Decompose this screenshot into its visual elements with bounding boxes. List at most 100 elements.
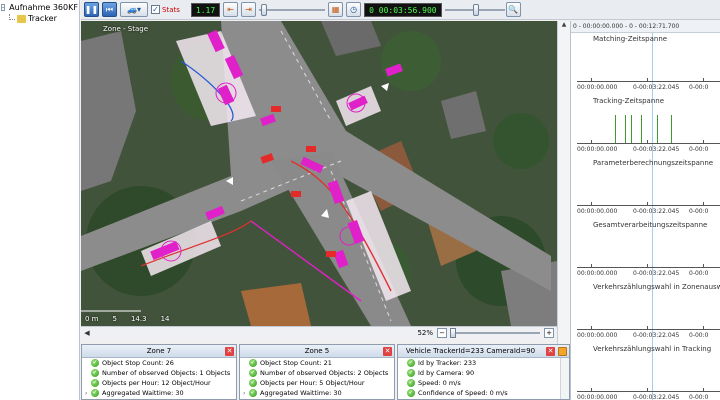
scroll-left-icon[interactable]: ◀ <box>81 329 93 337</box>
rewind-button[interactable]: ⏮ <box>102 2 117 17</box>
rewind-icon: ⏮ <box>105 4 114 14</box>
timeline-tick-label: 0-00:03:22.045 <box>633 394 680 400</box>
step-back-button[interactable]: ⇤ <box>223 2 239 17</box>
map-layer-label: Zone - Stage <box>103 25 149 33</box>
speed-slider[interactable] <box>259 3 326 17</box>
zone-stat-row: ✓ Number of observed Objects: 2 Objects <box>240 368 394 378</box>
zone-stat-row: ✓ Objects per Hour: 12 Object/Hour <box>82 378 236 388</box>
tracker-icon <box>17 14 26 23</box>
stats-checkbox[interactable]: ✓ Stats <box>151 5 180 14</box>
timeline-tick-label: 0-00:0 <box>689 146 709 153</box>
timeline-axis <box>577 329 720 330</box>
zone-stat-row[interactable]: › ✓ Aggregated Waittime: 30 <box>240 388 394 398</box>
timeline-section-title: Verkehrszählungswahl in Zonenausweisung <box>593 283 720 291</box>
close-icon[interactable]: ✕ <box>225 347 234 356</box>
timeline-axis <box>577 143 720 144</box>
check-icon: ✓ <box>249 389 257 397</box>
check-icon: ✓ <box>407 389 415 397</box>
time-slider[interactable] <box>444 3 505 17</box>
slider-thumb[interactable] <box>261 3 268 16</box>
speed-display: 1.17 <box>190 2 221 17</box>
zoom-out-button[interactable]: − <box>437 327 447 338</box>
timeline-section: Verkehrszählungswahl in Tracking 00:00:00… <box>571 345 720 400</box>
pin-icon[interactable] <box>558 347 567 356</box>
map-footer: 0 m 5 14.3 14 <box>85 315 169 323</box>
vehicle-panel-scrollbar[interactable] <box>560 358 569 399</box>
zone-stat: Objects per Hour: 12 Object/Hour <box>102 379 211 387</box>
timeline-event-bar[interactable] <box>625 115 626 143</box>
check-icon: ✓ <box>249 369 257 377</box>
timeline-tick-label: 0-00:03:22.045 <box>633 208 680 215</box>
timeline-tick <box>591 140 592 144</box>
timeline-tick-label: 0-00:03:22.045 <box>633 84 680 91</box>
check-icon: ✓ <box>249 359 257 367</box>
pause-icon: ❚❚ <box>84 5 99 14</box>
timeline-tick-label: 0-00:0 <box>689 84 709 91</box>
step-forward-button[interactable]: ⇥ <box>241 2 257 17</box>
zone-stat-row: ✓ Objects per Hour: 5 Object/Hour <box>240 378 394 388</box>
timeline-event-bar[interactable] <box>641 115 642 143</box>
clock-button[interactable]: ◷ <box>346 2 362 17</box>
slider-thumb[interactable] <box>450 327 456 338</box>
zone-stat-row[interactable]: › ✓ Aggregated Waittime: 30 <box>82 388 236 398</box>
timeline-event-bar[interactable] <box>657 115 658 143</box>
close-icon[interactable]: ✕ <box>383 347 392 356</box>
step-forward-icon: ⇥ <box>245 5 252 14</box>
vehicle-title: Vehicle TrackerId=233 CameraId=90 <box>405 347 536 355</box>
aerial-map-view[interactable]: Zone - Stage 0 m 5 14.3 14 <box>81 21 557 326</box>
timeline-tick-label: 00:00:00.000 <box>577 208 618 215</box>
zone-title: Zone 7 <box>146 347 172 355</box>
snapshot-button[interactable]: ▦ <box>328 2 344 17</box>
vehicle-stat-row: ✓ Speed: 0 m/s <box>398 378 569 388</box>
zone-title: Zone 5 <box>304 347 330 355</box>
tree-item-recording[interactable]: - Aufnahme 360KFZ <box>1 2 78 13</box>
checkbox-label: Stats <box>162 5 180 14</box>
timeline-tick-label: 0-00:03:22.045 <box>633 332 680 339</box>
vehicle-dropdown[interactable]: 🚙▾ <box>120 2 148 17</box>
zone-panel: Zone 7 ✕ ✓ Object Stop Count: 26 ✓ Number … <box>81 344 237 400</box>
zoom-button[interactable]: 🔍 <box>505 2 521 17</box>
project-tree: - Aufnahme 360KFZ Tracker <box>0 0 80 400</box>
check-icon: ✓ <box>249 379 257 387</box>
timeline-event-bar[interactable] <box>615 115 616 143</box>
check-icon: ✓ <box>91 359 99 367</box>
timeline-section-title: Tracking-Zeitspanne <box>593 97 665 105</box>
vehicle-stat: Id by Tracker: 233 <box>418 359 477 367</box>
timeline-tick <box>703 264 704 268</box>
timeline-tick-label: 0-00:0 <box>689 270 709 277</box>
timeline-section-title: Gesamtverarbeitungszeitspanne <box>593 221 708 229</box>
zoom-in-button[interactable]: + <box>544 327 554 338</box>
timeline-event-bar[interactable] <box>671 115 672 143</box>
map-scrollbar[interactable]: ◀ 52% − + <box>81 326 557 338</box>
pause-button[interactable]: ❚❚ <box>84 2 99 17</box>
timeline-tick-label: 0-00:03:22.045 <box>633 270 680 277</box>
timeline-header: 0 - 00:00:00.000 - 0 - 00:12:71.700 <box>571 21 720 33</box>
timeline-tick <box>703 326 704 330</box>
slider-track <box>450 331 540 334</box>
app-window: - Aufnahme 360KFZ Tracker ❚❚ ⏮ 🚙▾ ✓ Stat… <box>0 0 720 400</box>
zone-panel-title: Zone 7 ✕ <box>82 345 236 358</box>
timeline-section-title: Matching-Zeitspanne <box>593 35 668 43</box>
slider-thumb[interactable] <box>472 3 479 16</box>
close-icon[interactable]: ✕ <box>546 347 555 356</box>
zone-panel-title: Zone 5 ✕ <box>240 345 394 358</box>
collapse-icon[interactable]: - <box>1 4 6 11</box>
timeline-tick-label: 0-00:0 <box>689 332 709 339</box>
scroll-up-icon[interactable]: ▲ <box>558 21 570 31</box>
tree-item-tracker[interactable]: Tracker <box>1 13 78 24</box>
zone-stat: Object Stop Count: 26 <box>102 359 174 367</box>
zoom-slider[interactable] <box>450 327 540 338</box>
check-icon: ✓ <box>91 369 99 377</box>
timeline-event-bar[interactable] <box>631 115 632 143</box>
timeline-tick <box>647 202 648 206</box>
check-icon: ✓ <box>407 369 415 377</box>
timeline-tick-label: 00:00:00.000 <box>577 270 618 277</box>
timeline-section-title: Parameterberechnungszeitspanne <box>593 159 714 167</box>
timeline-section: Tracking-Zeitspanne 00:00:00.000 0-00:03:2… <box>571 97 720 159</box>
timeline-axis <box>577 267 720 268</box>
toolbar: ❚❚ ⏮ 🚙▾ ✓ Stats 1.17 ⇤ ⇥ ▦ ◷ 0 00:03:56.… <box>81 0 720 20</box>
tree-item-label: Tracker <box>28 14 57 23</box>
zone-stat: Aggregated Waittime: 30 <box>102 389 184 397</box>
checkbox-mark: ✓ <box>151 5 160 14</box>
tree-item-label: Aufnahme 360KFZ <box>9 3 78 12</box>
